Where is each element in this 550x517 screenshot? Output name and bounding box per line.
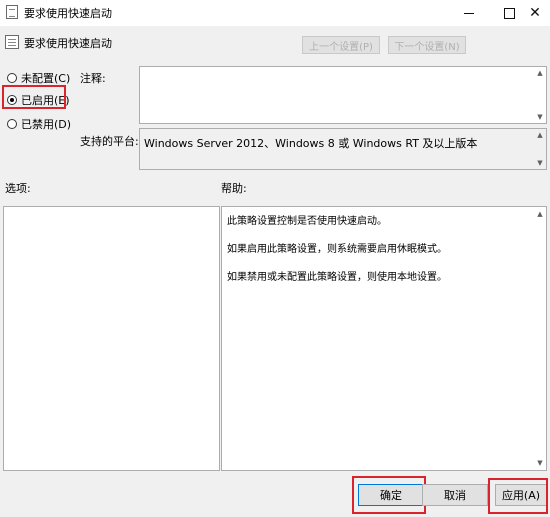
help-panel: 此策略设置控制是否使用快速启动。 如果启用此策略设置，则系统需要启用休眠模式。 … — [221, 206, 547, 471]
help-label: 帮助: — [221, 182, 247, 195]
radio-label-not-configured: 未配置(C) — [21, 72, 71, 85]
options-label: 选项: — [5, 182, 31, 195]
ok-highlight-box — [352, 476, 426, 514]
setting-title: 要求使用快速启动 — [24, 37, 112, 50]
comment-textarea[interactable]: ▲ ▼ — [139, 66, 547, 124]
close-button[interactable]: ✕ — [520, 0, 550, 26]
scroll-up-arrow-icon[interactable]: ▲ — [536, 132, 544, 139]
cancel-button[interactable]: 取消 — [422, 484, 488, 506]
radio-label-disabled: 已禁用(D) — [21, 118, 72, 131]
radio-not-configured[interactable]: 未配置(C) — [7, 70, 70, 86]
help-text-line: 如果禁用或未配置此策略设置，则使用本地设置。 — [227, 272, 447, 283]
scroll-down-arrow-icon[interactable]: ▼ — [536, 460, 544, 467]
help-text-line: 此策略设置控制是否使用快速启动。 — [227, 216, 387, 227]
title-bar: 要求使用快速启动 ✕ — [0, 0, 550, 26]
platform-label: 支持的平台: — [80, 135, 139, 148]
scroll-up-arrow-icon[interactable]: ▲ — [536, 211, 544, 218]
window-title: 要求使用快速启动 — [24, 7, 112, 20]
platform-value: Windows Server 2012、Windows 8 或 Windows … — [144, 137, 478, 150]
minimize-button[interactable] — [448, 0, 490, 26]
options-panel — [3, 206, 220, 471]
next-setting-button[interactable]: 下一个设置(N) — [388, 36, 466, 54]
enabled-highlight-box — [2, 85, 66, 109]
platform-field: Windows Server 2012、Windows 8 或 Windows … — [139, 128, 547, 170]
help-text-line: 如果启用此策略设置，则系统需要启用休眠模式。 — [227, 244, 447, 255]
radio-button-not-configured[interactable] — [7, 73, 17, 83]
radio-button-disabled[interactable] — [7, 119, 17, 129]
scroll-up-arrow-icon[interactable]: ▲ — [536, 70, 544, 77]
scroll-down-arrow-icon[interactable]: ▼ — [536, 114, 544, 121]
radio-disabled[interactable]: 已禁用(D) — [7, 116, 71, 132]
previous-setting-button[interactable]: 上一个设置(P) — [302, 36, 380, 54]
scroll-down-arrow-icon[interactable]: ▼ — [536, 160, 544, 167]
policy-document-icon — [6, 5, 18, 19]
setting-icon — [5, 35, 19, 49]
apply-highlight-box — [488, 478, 548, 514]
comment-label: 注释: — [80, 72, 106, 85]
